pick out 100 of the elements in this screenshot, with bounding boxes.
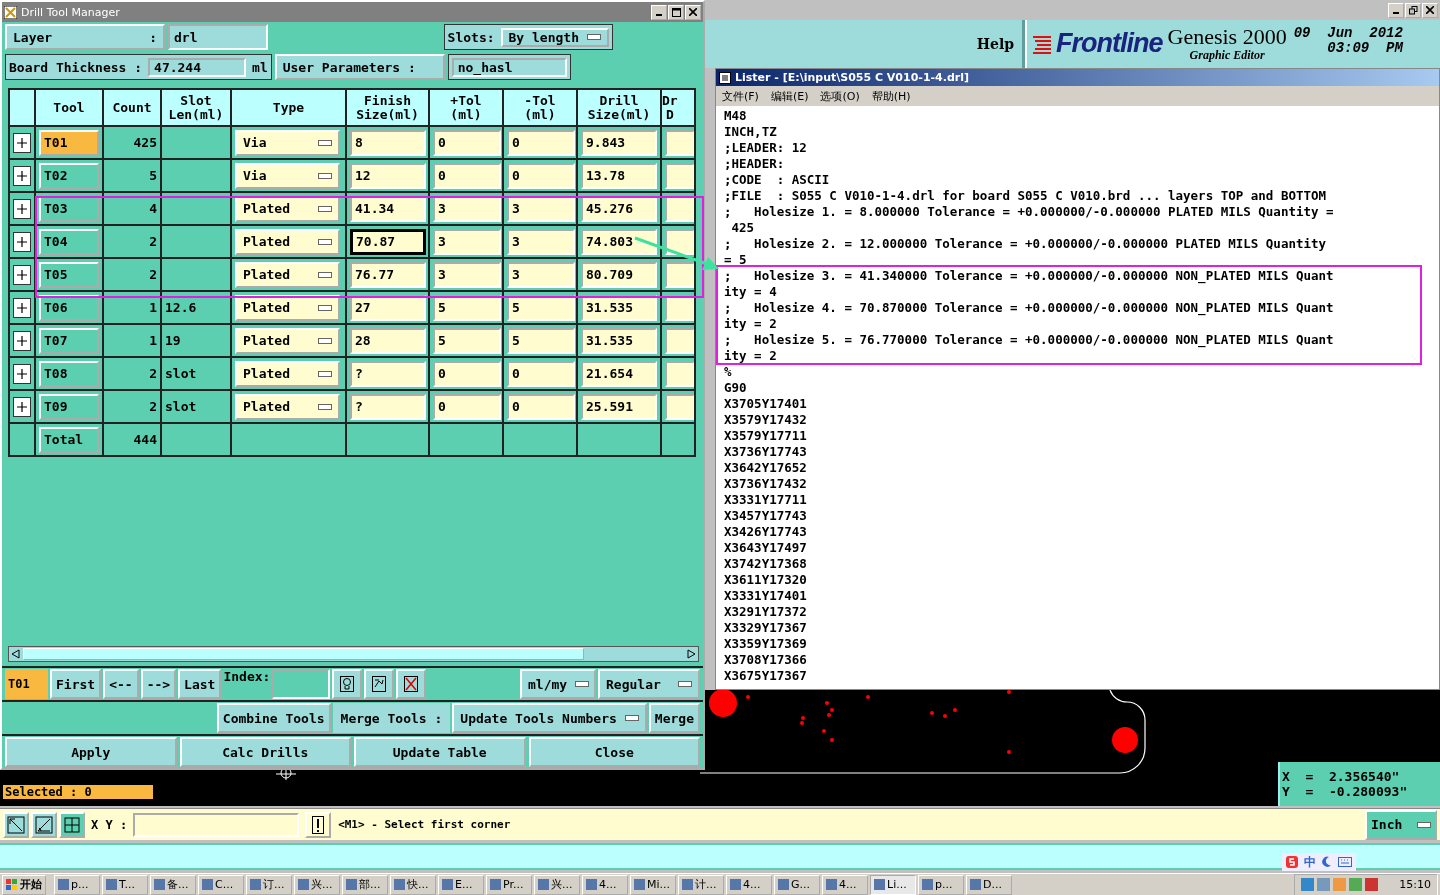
type-dropdown[interactable]: Plated xyxy=(235,360,340,387)
minus-tolerance-field[interactable]: 3 xyxy=(507,261,575,288)
exclamation-icon[interactable] xyxy=(305,811,332,838)
tool-button[interactable]: T09 xyxy=(39,393,99,420)
drill-column-field[interactable] xyxy=(665,129,694,156)
type-dropdown[interactable]: Plated xyxy=(235,327,340,354)
merge-mode-dropdown[interactable]: Update Tools Numbers xyxy=(452,703,647,733)
minus-tolerance-field[interactable]: 0 xyxy=(507,162,575,189)
drill-column-field[interactable] xyxy=(665,228,694,255)
expand-icon[interactable] xyxy=(13,231,31,252)
type-dropdown[interactable]: Plated xyxy=(235,393,340,420)
drill-size-field[interactable]: 21.654 xyxy=(581,360,657,387)
type-dropdown[interactable]: Plated xyxy=(235,195,340,222)
minus-tolerance-field[interactable]: 0 xyxy=(507,360,575,387)
finish-size-field[interactable]: 41.34 xyxy=(350,195,426,222)
layer-input-field[interactable]: drl xyxy=(168,24,268,50)
taskbar-button[interactable]: 部... xyxy=(342,874,388,895)
taskbar-button[interactable]: Mi... xyxy=(630,874,676,895)
finish-size-field[interactable]: 76.77 xyxy=(350,261,426,288)
taskbar-button[interactable]: p... xyxy=(54,874,100,895)
plus-tolerance-field[interactable]: 3 xyxy=(433,261,501,288)
minimize-icon[interactable] xyxy=(1388,2,1404,18)
drill-column-field[interactable] xyxy=(665,195,694,222)
drill-size-field[interactable]: 45.276 xyxy=(581,195,657,222)
drill-size-field[interactable]: 80.709 xyxy=(581,261,657,288)
minus-tolerance-field[interactable]: 3 xyxy=(507,228,575,255)
drill-size-field[interactable]: 31.535 xyxy=(581,327,657,354)
tool-button[interactable]: T04 xyxy=(39,228,99,255)
drill-size-field[interactable]: 74.803 xyxy=(581,228,657,255)
plus-tolerance-field[interactable]: 0 xyxy=(433,129,501,156)
tool-button[interactable]: T02 xyxy=(39,162,99,189)
plus-tolerance-field[interactable]: 0 xyxy=(433,162,501,189)
type-dropdown[interactable]: Plated xyxy=(235,228,340,255)
taskbar-button[interactable]: E... xyxy=(438,874,484,895)
finish-size-field[interactable]: 28 xyxy=(350,327,426,354)
expand-icon[interactable] xyxy=(13,330,31,351)
minimize-icon[interactable] xyxy=(651,4,667,20)
taskbar-button[interactable]: G... xyxy=(774,874,820,895)
start-button[interactable]: 开始 xyxy=(2,874,46,895)
user-parameters-input-field[interactable]: no_hasl xyxy=(451,57,567,77)
delete-icon[interactable] xyxy=(396,669,427,699)
drill-size-field[interactable]: 25.591 xyxy=(581,393,657,420)
drill-column-field[interactable] xyxy=(665,360,694,387)
navigation-button[interactable]: First xyxy=(50,669,102,699)
taskbar-button[interactable]: 4... xyxy=(822,874,868,895)
tool-button[interactable]: T05 xyxy=(39,261,99,288)
taskbar-button[interactable]: Pr... xyxy=(486,874,532,895)
taskbar-button[interactable]: p... xyxy=(918,874,964,895)
taskbar-button[interactable]: 备... xyxy=(150,874,196,895)
bulb-icon[interactable] xyxy=(332,669,363,699)
scroll-left-icon[interactable] xyxy=(9,649,23,659)
tool-button[interactable]: T08 xyxy=(39,360,99,387)
expand-icon[interactable] xyxy=(13,264,31,285)
minus-tolerance-field[interactable]: 5 xyxy=(507,327,575,354)
grid-tool-icon[interactable] xyxy=(59,811,85,838)
drill-column-field[interactable] xyxy=(665,294,694,321)
taskbar-button[interactable]: 兴... xyxy=(294,874,340,895)
drill-column-field[interactable] xyxy=(665,393,694,420)
taskbar-button[interactable]: 订... xyxy=(246,874,292,895)
taskbar-button[interactable]: C... xyxy=(198,874,244,895)
drill-column-field[interactable] xyxy=(665,261,694,288)
action-button[interactable]: Apply xyxy=(5,737,177,767)
unit-dropdown[interactable]: Inch xyxy=(1365,809,1437,840)
tool-button[interactable]: T06 xyxy=(39,294,99,321)
scroll-right-icon[interactable] xyxy=(684,649,698,659)
action-button[interactable]: Update Table xyxy=(354,737,526,767)
menu-item[interactable]: 帮助(H) xyxy=(871,88,911,104)
finish-size-field[interactable]: 8 xyxy=(350,129,426,156)
keyboard-icon[interactable] xyxy=(1338,857,1352,867)
index-input-field[interactable] xyxy=(272,669,331,699)
maximize-icon[interactable] xyxy=(668,4,684,20)
expand-icon[interactable] xyxy=(13,132,31,153)
ime-toolbar[interactable]: 中 xyxy=(1282,853,1356,871)
taskbar-button[interactable]: 快... xyxy=(390,874,436,895)
drill-size-field[interactable]: 9.843 xyxy=(581,129,657,156)
close-icon[interactable] xyxy=(685,4,701,20)
expand-icon[interactable] xyxy=(13,297,31,318)
plus-tolerance-field[interactable]: 3 xyxy=(433,228,501,255)
action-button[interactable]: Close xyxy=(528,737,700,767)
horizontal-scrollbar[interactable] xyxy=(8,646,699,662)
taskbar-button[interactable]: 4... xyxy=(582,874,628,895)
expand-icon[interactable] xyxy=(13,396,31,417)
type-dropdown[interactable]: Plated xyxy=(235,294,340,321)
close-icon[interactable] xyxy=(1422,2,1438,18)
navigation-button[interactable]: --> xyxy=(140,669,177,699)
drill-column-field[interactable] xyxy=(665,327,694,354)
action-button[interactable]: Calc Drills xyxy=(179,737,351,767)
plus-tolerance-field[interactable]: 0 xyxy=(433,360,501,387)
minus-tolerance-field[interactable]: 5 xyxy=(507,294,575,321)
finish-size-field[interactable]: 12 xyxy=(350,162,426,189)
thickness-input-field[interactable]: 47.244 xyxy=(148,57,247,77)
taskbar-button[interactable]: 4... xyxy=(726,874,772,895)
plus-tolerance-field[interactable]: 0 xyxy=(433,393,501,420)
menu-item[interactable]: 文件(F) xyxy=(722,88,759,104)
layer-button[interactable]: Layer : xyxy=(5,24,165,50)
expand-icon[interactable] xyxy=(13,198,31,219)
expand-icon[interactable] xyxy=(13,165,31,186)
finish-size-field[interactable]: ? xyxy=(350,360,426,387)
finish-size-field[interactable]: 27 xyxy=(350,294,426,321)
menu-item[interactable]: 编辑(E) xyxy=(770,88,809,104)
